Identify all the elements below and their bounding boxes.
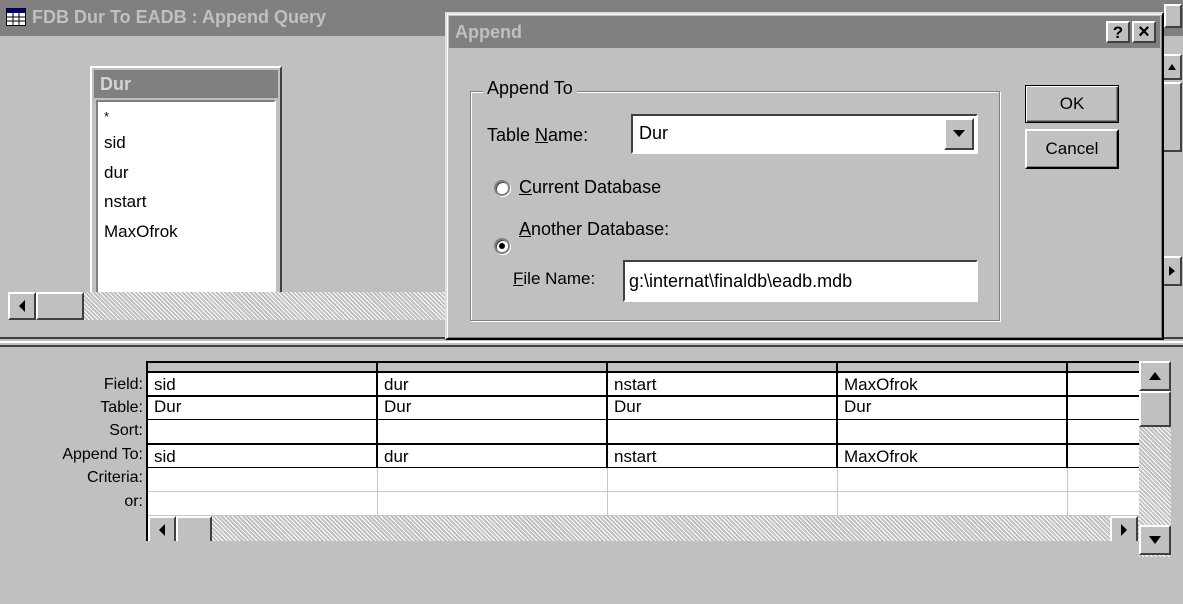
grid-cell-or[interactable] bbox=[1068, 492, 1139, 516]
grid-cell-criteria[interactable] bbox=[608, 468, 838, 492]
another-database-radio[interactable] bbox=[494, 238, 510, 254]
row-label-or: or: bbox=[124, 493, 143, 510]
help-icon: ? bbox=[1112, 22, 1124, 42]
table-name-label: Table Name: bbox=[487, 125, 589, 145]
dialog-close-button[interactable]: × bbox=[1132, 21, 1156, 43]
grid-scroll-left-button[interactable] bbox=[148, 516, 176, 541]
grid-cell-criteria[interactable] bbox=[148, 468, 378, 492]
close-icon: × bbox=[1138, 21, 1150, 43]
grid-cell-or[interactable] bbox=[378, 492, 608, 516]
field-list-title[interactable]: Dur bbox=[94, 70, 278, 98]
grid-cell-table[interactable]: Dur bbox=[608, 397, 838, 420]
grid-cell-sort[interactable] bbox=[378, 420, 608, 444]
file-name-value: g:\internat\finaldb\eadb.mdb bbox=[629, 271, 853, 291]
field-list-item[interactable]: sid bbox=[104, 128, 268, 158]
grid-scroll-down-button[interactable] bbox=[1139, 525, 1171, 555]
grid-cell-criteria[interactable] bbox=[1068, 468, 1139, 492]
grid-cell-append-to[interactable]: MaxOfrok bbox=[838, 444, 1068, 468]
field-list-item[interactable]: nstart bbox=[104, 187, 268, 217]
field-list[interactable]: * sid dur nstart MaxOfrok bbox=[96, 100, 276, 304]
cancel-button[interactable]: Cancel bbox=[1025, 129, 1119, 169]
scroll-left-button[interactable] bbox=[8, 292, 36, 320]
append-dialog-titlebar[interactable]: Append ? × bbox=[449, 16, 1160, 48]
table-name-combobox[interactable]: Dur bbox=[631, 114, 978, 154]
table-pane-vscroll-up-button[interactable] bbox=[1162, 54, 1182, 80]
field-list-item[interactable]: MaxOfrok bbox=[104, 217, 268, 247]
grid-cell-criteria[interactable] bbox=[378, 468, 608, 492]
grid-vscroll-thumb[interactable] bbox=[1139, 391, 1171, 427]
row-label-field: Field: bbox=[103, 376, 143, 393]
grid-cell-criteria[interactable] bbox=[838, 468, 1068, 492]
field-list-item[interactable]: dur bbox=[104, 158, 268, 188]
table-name-value: Dur bbox=[639, 123, 669, 143]
current-database-label[interactable]: Current Database bbox=[519, 177, 661, 198]
column-selector[interactable] bbox=[608, 363, 838, 373]
grid-cell-sort[interactable] bbox=[838, 420, 1068, 444]
column-selector[interactable] bbox=[838, 363, 1068, 373]
grid-vscrollbar[interactable] bbox=[1139, 361, 1171, 557]
grid-cell-append-to[interactable]: dur bbox=[378, 444, 608, 468]
grid-scroll-right-button[interactable] bbox=[1110, 516, 1138, 541]
grid-cell-table[interactable]: Dur bbox=[378, 397, 608, 420]
field-list-item[interactable]: * bbox=[104, 106, 268, 128]
another-database-label[interactable]: Another Database: bbox=[519, 219, 669, 240]
design-grid-pane: Field: Table: Sort: Append To: Criteria:… bbox=[0, 347, 1183, 604]
column-selector[interactable] bbox=[148, 363, 378, 373]
grid-cell-field[interactable]: nstart bbox=[608, 373, 838, 397]
grid-cell-append-to[interactable] bbox=[1068, 444, 1139, 468]
query-window-icon[interactable] bbox=[6, 8, 26, 26]
grid-cell-append-to[interactable]: nstart bbox=[608, 444, 838, 468]
file-name-field[interactable]: g:\internat\finaldb\eadb.mdb bbox=[623, 260, 978, 302]
help-button[interactable]: ? bbox=[1106, 21, 1130, 43]
field-list-box[interactable]: Dur * sid dur nstart MaxOfrok bbox=[90, 66, 282, 312]
grid-cell-sort[interactable] bbox=[148, 420, 378, 444]
ok-button-label: OK bbox=[1059, 94, 1085, 113]
file-name-label: File Name: bbox=[513, 269, 596, 288]
grid-cell-append-to[interactable]: sid bbox=[148, 444, 378, 468]
grid-scroll-up-button[interactable] bbox=[1139, 361, 1171, 391]
grid-cell-field[interactable]: sid bbox=[148, 373, 378, 397]
grid-cell-or[interactable] bbox=[608, 492, 838, 516]
row-label-append-to: Append To: bbox=[62, 446, 143, 463]
scroll-thumb[interactable] bbox=[36, 292, 84, 320]
ok-button[interactable]: OK bbox=[1025, 85, 1119, 123]
grid-cell-table[interactable]: Dur bbox=[148, 397, 378, 420]
row-label-criteria: Criteria: bbox=[86, 469, 143, 486]
grid-cell-field[interactable] bbox=[1068, 373, 1139, 397]
grid-cell-table[interactable]: Dur bbox=[838, 397, 1068, 420]
grid-scroll-thumb[interactable] bbox=[176, 516, 212, 541]
table-pane-vscroll-thumb[interactable] bbox=[1162, 82, 1182, 152]
grid-cell-table[interactable] bbox=[1068, 397, 1139, 420]
query-window-title: FDB Dur To EADB : Append Query bbox=[32, 7, 326, 27]
table-pane-vscroll-down-button[interactable] bbox=[1162, 256, 1182, 286]
append-to-group-label: Append To bbox=[483, 78, 577, 99]
table-pane-hscrollbar[interactable] bbox=[8, 292, 450, 320]
chevron-down-icon bbox=[953, 130, 965, 137]
append-dialog-title: Append bbox=[455, 22, 522, 42]
grid-cell-or[interactable] bbox=[148, 492, 378, 516]
design-grid: sid Dur sid dur Dur dur nstart Dur nstar… bbox=[146, 361, 1139, 541]
column-selector[interactable] bbox=[1068, 363, 1139, 373]
grid-hscrollbar[interactable] bbox=[148, 516, 1139, 541]
current-database-radio[interactable] bbox=[494, 180, 510, 196]
query-window-close-button[interactable]: × bbox=[1164, 4, 1182, 28]
grid-cell-field[interactable]: dur bbox=[378, 373, 608, 397]
append-dialog: Append ? × Append To Table Name: Dur Cur… bbox=[445, 12, 1164, 340]
grid-cell-sort[interactable] bbox=[608, 420, 838, 444]
column-selector[interactable] bbox=[378, 363, 608, 373]
cancel-button-label: Cancel bbox=[1045, 139, 1099, 158]
grid-cell-field[interactable]: MaxOfrok bbox=[838, 373, 1068, 397]
grid-cell-sort[interactable] bbox=[1068, 420, 1139, 444]
table-name-dropdown-button[interactable] bbox=[944, 118, 974, 150]
row-label-table: Table: bbox=[100, 399, 143, 416]
row-label-sort: Sort: bbox=[109, 422, 143, 439]
grid-cell-or[interactable] bbox=[838, 492, 1068, 516]
